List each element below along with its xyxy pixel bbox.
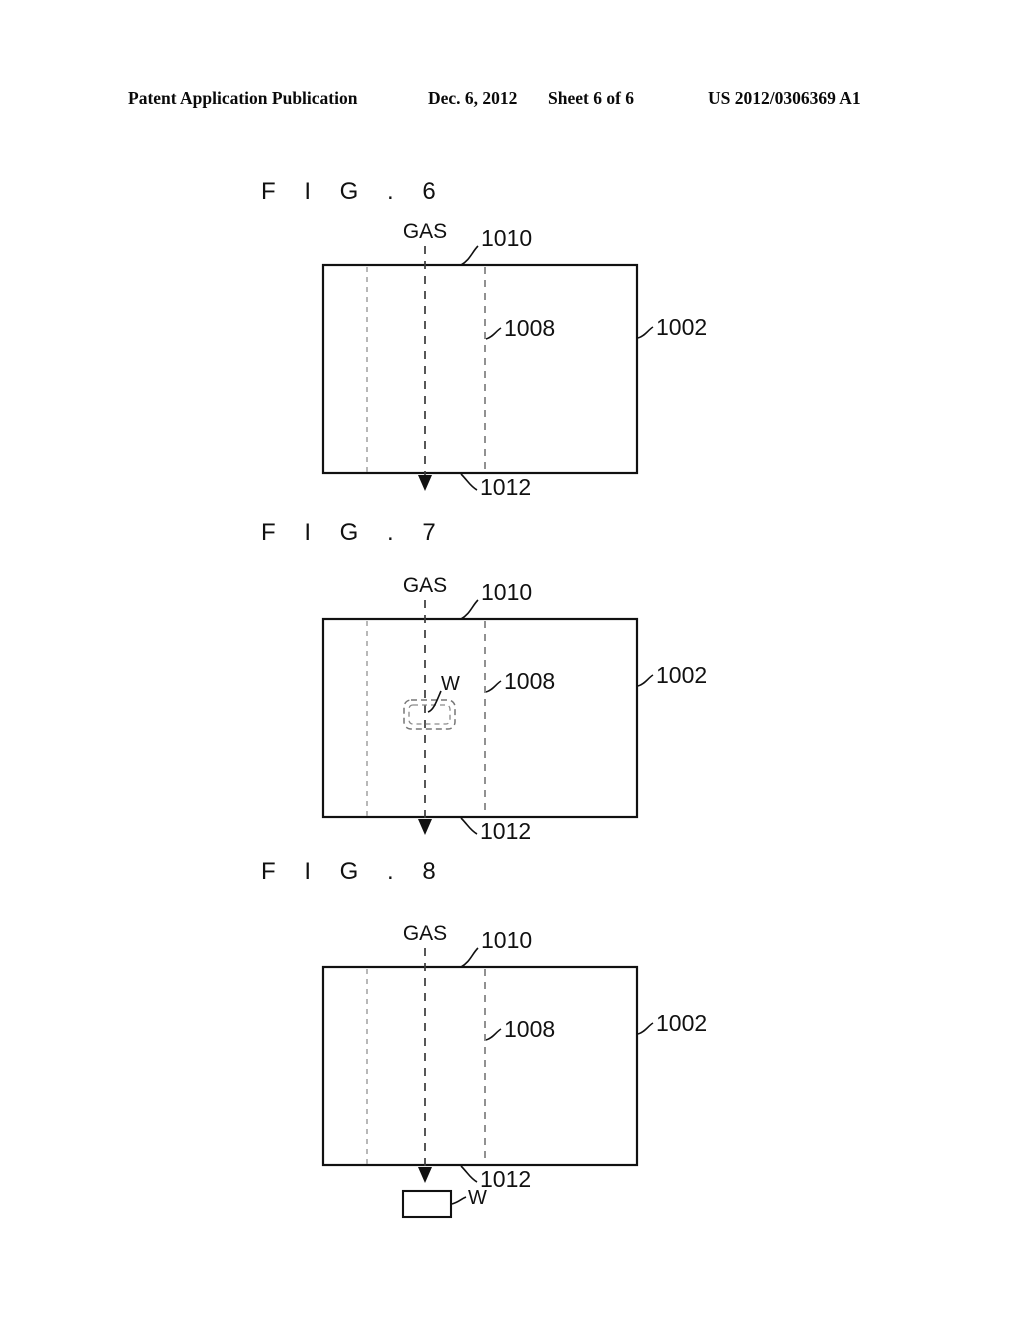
leader-line-1010 <box>460 947 479 968</box>
figure-7-drawing: GAS W 1010 1008 1002 1012 <box>321 574 707 844</box>
header-sheet-number: Sheet 6 of 6 <box>548 88 635 108</box>
callout-1008: 1008 <box>504 1016 555 1042</box>
gas-inlet-label: GAS <box>403 574 447 597</box>
header-publication-date: Dec. 6, 2012 <box>428 88 518 108</box>
leader-line-1012 <box>460 817 478 835</box>
figure-8-label: F I G . 8 <box>261 858 447 885</box>
chamber-body-1002 <box>321 263 639 475</box>
patent-drawing-page: Patent Application Publication Dec. 6, 2… <box>0 0 1024 1320</box>
wafer-outline-solid <box>401 1189 453 1219</box>
callout-1010: 1010 <box>481 579 532 605</box>
gas-inlet-label: GAS <box>403 220 447 243</box>
gas-flow-arrow-icon <box>418 819 432 835</box>
figure-6-drawing: GAS 1010 1008 1002 1012 <box>321 220 707 500</box>
figure-6-label: F I G . 6 <box>261 178 447 205</box>
leader-line-1012 <box>460 1165 478 1183</box>
header-patent-number: US 2012/0306369 A1 <box>708 88 861 108</box>
callout-1008: 1008 <box>504 315 555 341</box>
callout-1012: 1012 <box>480 1166 531 1192</box>
leader-line-1010 <box>460 599 479 620</box>
leader-line-1010 <box>460 245 479 266</box>
callout-1002: 1002 <box>656 314 707 340</box>
callout-1012: 1012 <box>480 474 531 500</box>
gas-flow-arrow-icon <box>418 475 432 491</box>
gas-flow-arrow-icon <box>418 1167 432 1183</box>
leader-line-1012 <box>460 473 478 491</box>
callout-1008: 1008 <box>504 668 555 694</box>
leader-line-1002 <box>637 1022 654 1035</box>
callout-1010: 1010 <box>481 225 532 251</box>
chamber-body-1002 <box>321 965 639 1167</box>
callout-1010: 1010 <box>481 927 532 953</box>
wafer-label-w: W <box>441 673 460 695</box>
publication-header: Patent Application Publication Dec. 6, 2… <box>0 88 1024 114</box>
wafer-label-w: W <box>468 1187 487 1209</box>
figure-8-drawing: GAS 1010 1008 1002 1012 W <box>321 922 707 1219</box>
callout-1002: 1002 <box>656 662 707 688</box>
figure-7-label: F I G . 7 <box>261 519 447 546</box>
callout-1002: 1002 <box>656 1010 707 1036</box>
gas-inlet-label: GAS <box>403 922 447 945</box>
leader-line-1002 <box>637 674 654 687</box>
header-publication-title: Patent Application Publication <box>128 88 358 108</box>
callout-1012: 1012 <box>480 818 531 844</box>
chamber-body-1002 <box>321 617 639 819</box>
leader-line-wafer-w <box>451 1196 467 1205</box>
leader-line-1002 <box>637 326 654 339</box>
